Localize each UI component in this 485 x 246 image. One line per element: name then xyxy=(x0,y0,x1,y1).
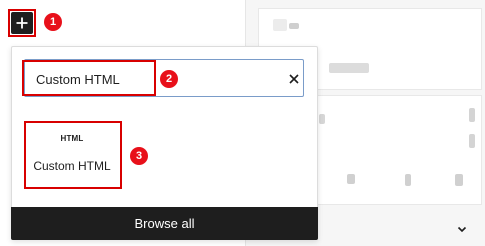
annotation-badge-1: 1 xyxy=(44,13,62,31)
blurred-content xyxy=(347,174,355,184)
browse-all-button[interactable]: Browse all xyxy=(11,207,318,240)
blurred-content xyxy=(455,174,463,186)
blurred-content xyxy=(273,19,287,31)
block-result-custom-html[interactable]: HTML Custom HTML xyxy=(24,123,120,187)
html-block-icon: HTML xyxy=(60,134,84,143)
block-result-label: Custom HTML xyxy=(33,159,111,173)
close-icon[interactable] xyxy=(287,72,301,86)
search-input[interactable] xyxy=(36,70,276,88)
annotation-badge-3: 3 xyxy=(130,147,148,165)
blurred-content xyxy=(469,108,475,122)
plus-icon xyxy=(16,17,28,29)
blurred-content xyxy=(405,174,411,186)
blurred-content xyxy=(319,114,325,124)
blurred-content xyxy=(469,134,475,148)
add-block-button[interactable] xyxy=(11,12,33,34)
chevron-down-icon[interactable] xyxy=(456,223,468,235)
blurred-content xyxy=(329,63,369,73)
blurred-content xyxy=(289,23,299,29)
annotation-badge-2: 2 xyxy=(160,70,178,88)
